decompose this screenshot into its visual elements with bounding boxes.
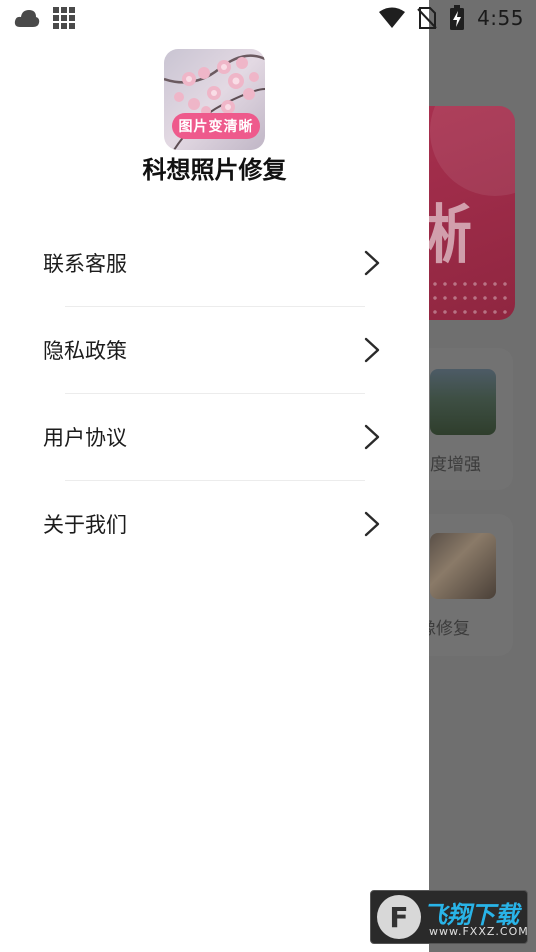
bg-thumb-landscape [430, 369, 496, 435]
navigation-drawer: 图片变清晰 科想照片修复 联系客服 隐私政策 用户协议 关于我们 [0, 0, 429, 952]
status-bar: 4:55 [0, 0, 536, 36]
status-time: 4:55 [477, 6, 524, 30]
watermark-url: www.FXXZ.COM [429, 925, 529, 938]
no-sim-icon [417, 7, 437, 29]
screen: 晰 度增强 像修复 图片变清晰 科想照片修复 联系客服 隐私政策 用户协议 关于… [0, 0, 536, 952]
chevron-right-icon [364, 511, 380, 537]
chevron-right-icon [364, 337, 380, 363]
menu-item-privacy-policy[interactable]: 隐私政策 [0, 307, 429, 394]
bg-card-label: 度增强 [430, 455, 481, 475]
bg-card-label: 像修复 [419, 619, 470, 639]
menu-item-label: 隐私政策 [43, 339, 127, 363]
menu-item-label: 用户协议 [43, 426, 127, 450]
drawer-menu: 联系客服 隐私政策 用户协议 关于我们 [0, 220, 429, 568]
watermark: F 飞翔下载 www.FXXZ.COM [370, 890, 528, 944]
app-icon-badge: 图片变清晰 [172, 113, 260, 139]
app-name: 科想照片修复 [142, 156, 287, 184]
watermark-logo-icon: F [377, 895, 421, 939]
battery-charging-icon [450, 5, 465, 30]
cloud-icon [14, 10, 40, 27]
background-scrim[interactable]: 晰 度增强 像修复 [400, 0, 536, 952]
menu-item-label: 联系客服 [43, 252, 127, 276]
menu-item-about-us[interactable]: 关于我们 [0, 481, 429, 568]
bg-thumb-photos [430, 533, 496, 599]
chevron-right-icon [364, 424, 380, 450]
app-icon: 图片变清晰 [164, 49, 265, 150]
menu-item-user-agreement[interactable]: 用户协议 [0, 394, 429, 481]
wifi-icon [379, 7, 406, 28]
menu-item-contact-support[interactable]: 联系客服 [0, 220, 429, 307]
chevron-right-icon [364, 250, 380, 276]
menu-item-label: 关于我们 [43, 513, 127, 537]
grid-icon [53, 7, 75, 29]
